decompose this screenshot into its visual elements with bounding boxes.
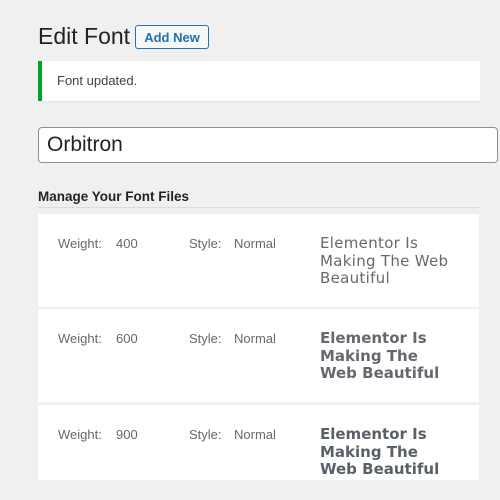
section-heading: Manage Your Font Files bbox=[38, 189, 190, 204]
weight-value: 400 bbox=[116, 236, 138, 251]
font-preview: Elementor Is Making The Web Beautiful bbox=[320, 425, 440, 478]
notice-text: Font updated. bbox=[57, 73, 138, 88]
weight-label: Weight: bbox=[58, 427, 102, 442]
font-file-row[interactable]: Weight: 900 Style: Normal Elementor Is M… bbox=[38, 405, 479, 480]
font-file-row[interactable]: Weight: 600 Style: Normal Elementor Is M… bbox=[38, 309, 479, 402]
style-label: Style: bbox=[189, 236, 222, 251]
style-label: Style: bbox=[189, 331, 222, 346]
font-preview: Elementor Is Making The Web Beautiful bbox=[320, 234, 449, 287]
style-label: Style: bbox=[189, 427, 222, 442]
success-notice: Font updated. bbox=[38, 61, 480, 101]
add-new-button[interactable]: Add New bbox=[135, 25, 209, 49]
style-value: Normal bbox=[234, 427, 276, 442]
weight-value: 600 bbox=[116, 331, 138, 346]
font-file-row[interactable]: Weight: 400 Style: Normal Elementor Is M… bbox=[38, 214, 479, 307]
weight-label: Weight: bbox=[58, 331, 102, 346]
font-preview: Elementor Is Making The Web Beautiful bbox=[320, 329, 440, 382]
divider bbox=[38, 207, 480, 208]
weight-value: 900 bbox=[116, 427, 138, 442]
style-value: Normal bbox=[234, 236, 276, 251]
font-name-input[interactable] bbox=[38, 127, 498, 163]
style-value: Normal bbox=[234, 331, 276, 346]
weight-label: Weight: bbox=[58, 236, 102, 251]
page-title: Edit Font bbox=[38, 23, 131, 49]
